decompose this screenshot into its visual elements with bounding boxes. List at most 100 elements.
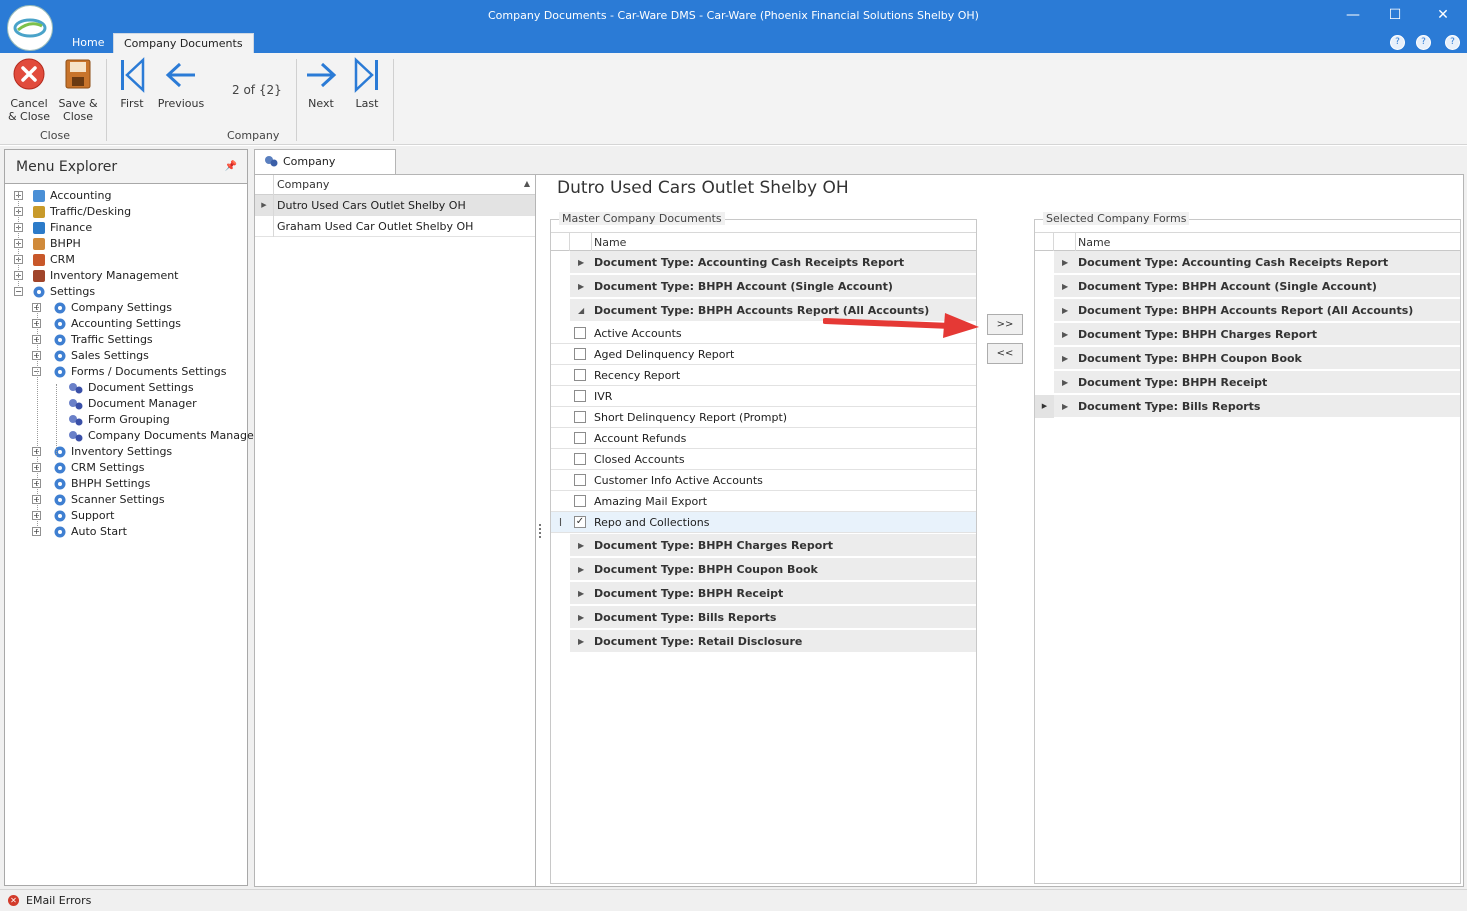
- tree-item-crm[interactable]: + CRM: [5, 252, 245, 268]
- collapse-icon[interactable]: −: [14, 287, 23, 296]
- document-checkbox[interactable]: [574, 348, 586, 360]
- remove-document-button[interactable]: <<: [987, 343, 1023, 364]
- tree-item-finance[interactable]: + Finance: [5, 220, 245, 236]
- tab-company-documents[interactable]: Company Documents: [113, 33, 254, 53]
- document-type-group[interactable]: ▶ Document Type: BHPH Receipt: [551, 582, 976, 605]
- tree-item-accounting[interactable]: + Accounting: [5, 188, 245, 204]
- tree-item-accounting-settings[interactable]: + Accounting Settings: [5, 316, 245, 332]
- document-row[interactable]: Amazing Mail Export: [551, 491, 976, 512]
- name-column-header[interactable]: Name: [594, 236, 626, 249]
- document-type-group[interactable]: ▶ Document Type: BHPH Coupon Book: [551, 558, 976, 581]
- tree-item-inventory-management[interactable]: + Inventory Management: [5, 268, 245, 284]
- document-row[interactable]: IVR: [551, 386, 976, 407]
- cancel-close-button[interactable]: Cancel & Close: [6, 57, 52, 123]
- company-row[interactable]: Graham Used Car Outlet Shelby OH: [255, 216, 535, 237]
- expand-icon[interactable]: ▶: [578, 606, 584, 629]
- tree-item-company-documents-manager[interactable]: Company Documents Manager: [5, 428, 258, 444]
- tab-home[interactable]: Home: [62, 33, 114, 53]
- pin-icon[interactable]: 📌: [225, 150, 237, 184]
- close-window-button[interactable]: ✕: [1428, 4, 1458, 26]
- info-icon[interactable]: ?: [1445, 35, 1460, 50]
- document-checkbox[interactable]: [574, 327, 586, 339]
- document-type-group[interactable]: ▶ Document Type: Accounting Cash Receipts…: [551, 251, 976, 274]
- collapse-icon[interactable]: ◢: [578, 299, 584, 322]
- tab-company-documents-doc[interactable]: Company Documents: [254, 149, 396, 192]
- email-errors-link[interactable]: EMail Errors: [26, 894, 91, 907]
- tree-item-traffic-desking[interactable]: + Traffic/Desking: [5, 204, 245, 220]
- maximize-button[interactable]: ☐: [1380, 4, 1410, 26]
- splitter-handle[interactable]: [539, 524, 542, 538]
- document-row[interactable]: Short Delinquency Report (Prompt): [551, 407, 976, 428]
- document-type-group[interactable]: ▶ ▶ Document Type: Bills Reports: [1035, 395, 1460, 418]
- expand-icon[interactable]: ▶: [578, 558, 584, 581]
- name-column-header[interactable]: Name: [1078, 236, 1110, 249]
- add-document-button[interactable]: >>: [987, 314, 1023, 335]
- document-checkbox[interactable]: ✓: [574, 516, 586, 528]
- document-type-group[interactable]: ▶ Document Type: Bills Reports: [551, 606, 976, 629]
- document-type-group[interactable]: ▶ Document Type: BHPH Account (Single Acc…: [1035, 275, 1460, 298]
- document-type-group[interactable]: ▶ Document Type: BHPH Charges Report: [551, 534, 976, 557]
- expand-icon[interactable]: ▶: [1062, 251, 1068, 274]
- document-checkbox[interactable]: [574, 474, 586, 486]
- document-row[interactable]: Recency Report: [551, 365, 976, 386]
- document-row[interactable]: Account Refunds: [551, 428, 976, 449]
- tree-item-crm-settings[interactable]: + CRM Settings: [5, 460, 245, 476]
- tree-item-sales-settings[interactable]: + Sales Settings: [5, 348, 245, 364]
- document-row[interactable]: Customer Info Active Accounts: [551, 470, 976, 491]
- expand-icon[interactable]: ▶: [578, 275, 584, 298]
- company-row[interactable]: ▶ Dutro Used Cars Outlet Shelby OH: [255, 195, 535, 216]
- tree-item-forms-documents-settings[interactable]: − Forms / Documents Settings: [5, 364, 245, 380]
- document-checkbox[interactable]: [574, 390, 586, 402]
- tree-item-settings[interactable]: − Settings: [5, 284, 245, 300]
- expand-icon[interactable]: ▶: [1062, 395, 1068, 418]
- minimize-button[interactable]: —: [1338, 4, 1368, 26]
- document-row[interactable]: Aged Delinquency Report: [551, 344, 976, 365]
- save-close-button[interactable]: Save & Close: [56, 57, 100, 123]
- help-icon[interactable]: ?: [1390, 35, 1405, 50]
- document-type-group[interactable]: ▶ Document Type: BHPH Account (Single Acc…: [551, 275, 976, 298]
- tree-item-inventory-settings[interactable]: + Inventory Settings: [5, 444, 245, 460]
- last-button[interactable]: Last: [349, 57, 385, 110]
- tree-item-auto-start[interactable]: + Auto Start: [5, 524, 245, 540]
- tree-item-label: Auto Start: [71, 525, 127, 538]
- document-checkbox[interactable]: [574, 432, 586, 444]
- expand-icon[interactable]: ▶: [1062, 275, 1068, 298]
- tree-item-company-settings[interactable]: + Company Settings: [5, 300, 245, 316]
- chat-help-icon[interactable]: ?: [1416, 35, 1431, 50]
- tree-item-document-settings[interactable]: Document Settings: [5, 380, 245, 396]
- tree-item-bhph-settings[interactable]: + BHPH Settings: [5, 476, 245, 492]
- document-type-group[interactable]: ▶ Document Type: Retail Disclosure: [551, 630, 976, 653]
- next-button[interactable]: Next: [303, 57, 339, 110]
- group-label-close: Close: [40, 129, 70, 142]
- expand-icon[interactable]: ▶: [1062, 299, 1068, 322]
- expand-icon[interactable]: ▶: [578, 534, 584, 557]
- document-checkbox[interactable]: [574, 411, 586, 423]
- document-row[interactable]: I ✓ Repo and Collections: [551, 512, 976, 533]
- tree-item-traffic-settings[interactable]: + Traffic Settings: [5, 332, 245, 348]
- document-type-group[interactable]: ▶ Document Type: BHPH Receipt: [1035, 371, 1460, 394]
- document-type-group[interactable]: ▶ Document Type: Accounting Cash Receipts…: [1035, 251, 1460, 274]
- expand-icon[interactable]: ▶: [578, 630, 584, 653]
- tree-item-support[interactable]: + Support: [5, 508, 245, 524]
- tree-item-scanner-settings[interactable]: + Scanner Settings: [5, 492, 245, 508]
- document-type-group[interactable]: ▶ Document Type: BHPH Coupon Book: [1035, 347, 1460, 370]
- expand-icon[interactable]: ▶: [578, 251, 584, 274]
- company-list-header[interactable]: Company ▲: [255, 175, 535, 195]
- document-checkbox[interactable]: [574, 453, 586, 465]
- document-type-group[interactable]: ▶ Document Type: BHPH Charges Report: [1035, 323, 1460, 346]
- expand-icon[interactable]: ▶: [1062, 371, 1068, 394]
- document-checkbox[interactable]: [574, 495, 586, 507]
- previous-button[interactable]: Previous: [157, 57, 205, 110]
- tree-item-form-grouping[interactable]: Form Grouping: [5, 412, 245, 428]
- row-indicator: [551, 251, 570, 274]
- expand-icon[interactable]: ▶: [1062, 323, 1068, 346]
- tree-item-bhph[interactable]: + BHPH: [5, 236, 245, 252]
- document-checkbox[interactable]: [574, 369, 586, 381]
- first-button[interactable]: First: [114, 57, 150, 110]
- tree-item-document-manager[interactable]: Document Manager: [5, 396, 245, 412]
- expand-icon[interactable]: ▶: [1062, 347, 1068, 370]
- document-type-group[interactable]: ▶ Document Type: BHPH Accounts Report (Al…: [1035, 299, 1460, 322]
- expand-icon[interactable]: ▶: [578, 582, 584, 605]
- document-row[interactable]: Closed Accounts: [551, 449, 976, 470]
- tree-item-label: Inventory Management: [50, 269, 179, 282]
